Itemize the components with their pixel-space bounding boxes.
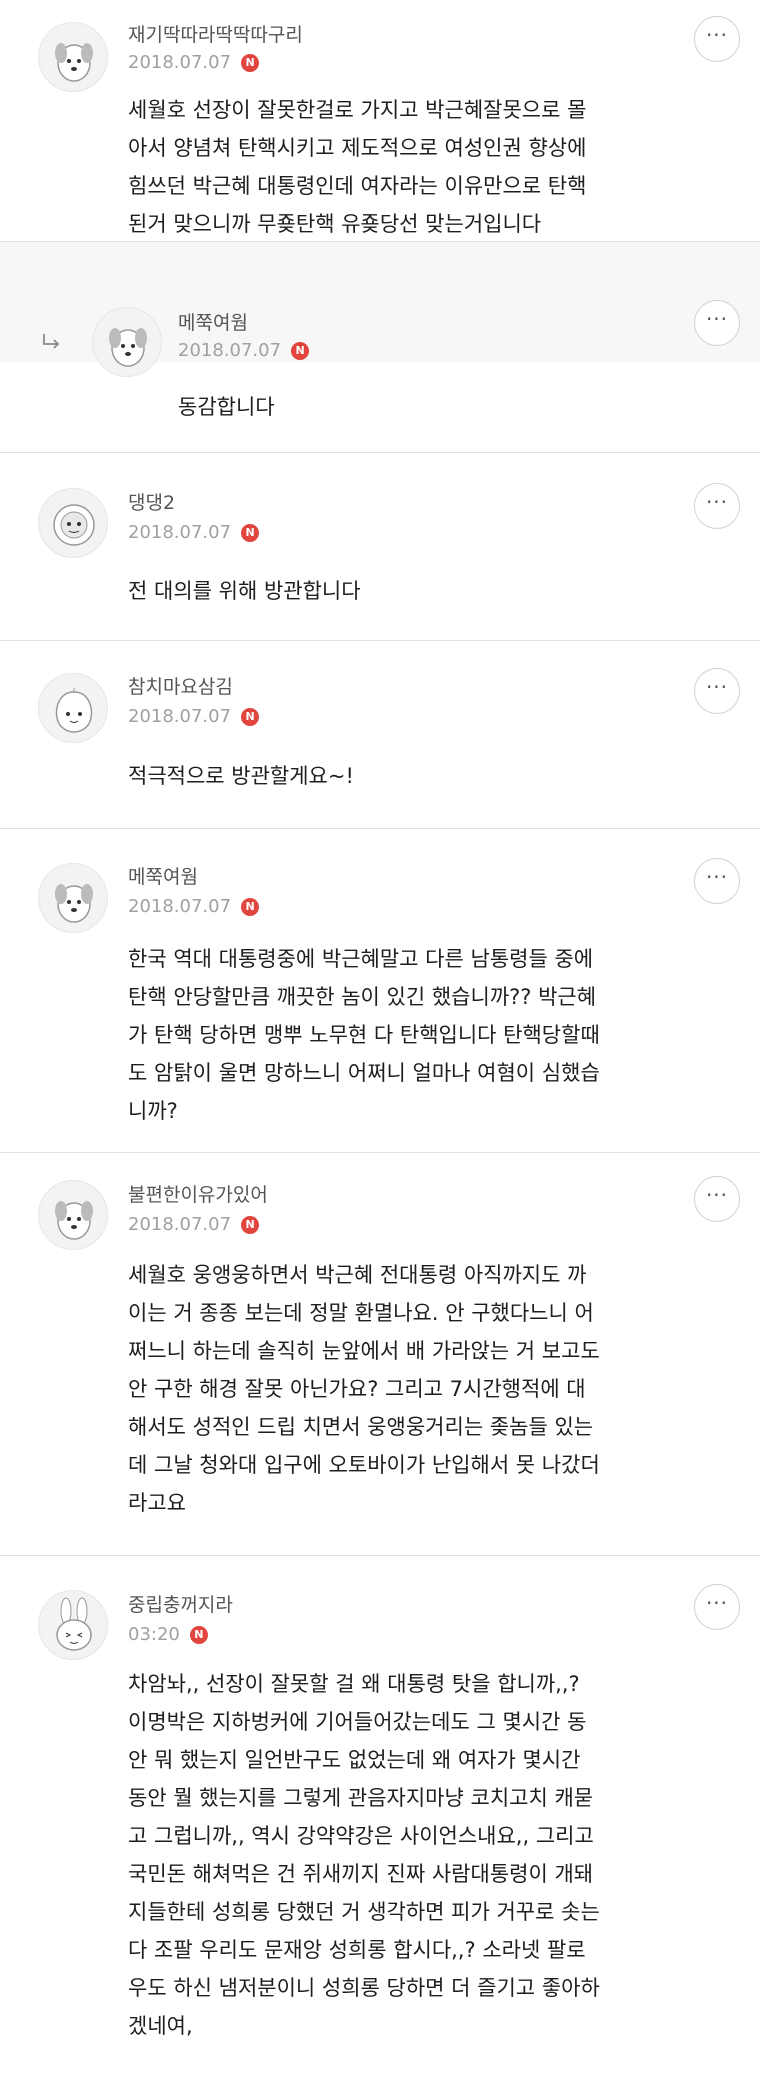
comment-date: 2018.07.07 bbox=[128, 706, 232, 727]
new-badge-icon: N bbox=[291, 341, 310, 360]
more-dots-icon: ··· bbox=[705, 1591, 729, 1615]
comment-author[interactable]: 중립충꺼지라 bbox=[128, 1590, 233, 1617]
comment-author[interactable]: 메쭉여웜 bbox=[128, 862, 198, 889]
more-options-button[interactable]: ··· bbox=[694, 300, 740, 346]
comment-line: 적극적으로 방관할게요~! bbox=[128, 764, 354, 788]
more-options-button[interactable]: ··· bbox=[694, 483, 740, 529]
more-options-button[interactable]: ··· bbox=[694, 1584, 740, 1630]
peach-character-avatar-icon[interactable] bbox=[38, 673, 108, 743]
comment-date: 2018.07.07 bbox=[178, 340, 282, 361]
comment-line: 된거 맞으니까 무죶탄핵 유죶당선 맞는거입니다 bbox=[128, 212, 542, 236]
comment-line: 다 조팔 우리도 문재앙 성희롱 합시다,,? 소라넷 팔로 bbox=[128, 1938, 586, 1962]
divider bbox=[0, 640, 760, 641]
more-options-button[interactable]: ··· bbox=[694, 16, 740, 62]
comment-line: 힘쓰던 박근혜 대통령인데 여자라는 이유만으로 탄핵 bbox=[128, 174, 587, 198]
comment-date: 2018.07.07 bbox=[128, 52, 232, 73]
comment-body: 전 대의를 위해 방관합니다 bbox=[128, 572, 361, 610]
comment-date: 2018.07.07 bbox=[128, 1214, 232, 1235]
more-dots-icon: ··· bbox=[705, 1183, 729, 1207]
comment-body: 세월호 웅앵웅하면서 박근혜 전대통령 아직까지도 까 이는 거 종종 보는데 … bbox=[128, 1256, 600, 1522]
more-dots-icon: ··· bbox=[705, 865, 729, 889]
comment-line: 세월호 선장이 잘못한걸로 가지고 박근혜잘못으로 몰 bbox=[128, 98, 587, 122]
comment-line: 이는 거 종종 보는데 정말 환멸나요. 안 구했다느니 어 bbox=[128, 1301, 594, 1325]
comment-line: 안 구한 해경 잘못 아닌가요? 그리고 7시간행적에 대 bbox=[128, 1377, 586, 1401]
more-dots-icon: ··· bbox=[705, 490, 729, 514]
more-options-button[interactable]: ··· bbox=[694, 668, 740, 714]
divider bbox=[0, 1555, 760, 1556]
comment-author[interactable]: 불편한이유가있어 bbox=[128, 1180, 268, 1207]
comment-body: 세월호 선장이 잘못한걸로 가지고 박근혜잘못으로 몰 아서 양념쳐 탄핵시키고… bbox=[128, 91, 586, 243]
comment-line: 동감합니다 bbox=[178, 395, 275, 419]
comment-line: 지들한테 성희롱 당했던 거 생각하면 피가 거꾸로 솟는 bbox=[128, 1900, 600, 1924]
comment-line: 탄핵 안당할만큼 깨끗한 놈이 있긴 했습니까?? 박근혜 bbox=[128, 985, 597, 1009]
comment-line: 고 그럽니까,, 역시 강약약강은 사이언스내요,, 그리고 bbox=[128, 1824, 594, 1848]
comment-date: 03:20 bbox=[128, 1624, 180, 1645]
comment-line: 가 탄핵 당하면 맹뿌 노무현 다 탄핵입니다 탄핵당할때 bbox=[128, 1023, 600, 1047]
dog-character-avatar-icon[interactable] bbox=[92, 307, 162, 377]
comment-line: 아서 양념쳐 탄핵시키고 제도적으로 여성인권 향상에 bbox=[128, 136, 587, 160]
comment-line: 라고요 bbox=[128, 1491, 186, 1515]
comment-body: 동감합니다 bbox=[178, 388, 275, 426]
comment-line: 해서도 성적인 드립 치면서 웅앵웅거리는 좆놈들 있는 bbox=[128, 1415, 594, 1439]
comment-meta: 2018.07.07 N bbox=[128, 522, 260, 543]
new-badge-icon: N bbox=[241, 1215, 260, 1234]
comment-author[interactable]: 재기딱따라딱딱따구리 bbox=[128, 20, 303, 47]
comment-author[interactable]: 메쭉여웜 bbox=[178, 308, 248, 335]
divider bbox=[0, 1152, 760, 1153]
comment-line: 세월호 웅앵웅하면서 박근혜 전대통령 아직까지도 까 bbox=[128, 1263, 587, 1287]
comment-line: 한국 역대 대통령중에 박근혜말고 다른 남통령들 중에 bbox=[128, 947, 594, 971]
divider bbox=[0, 828, 760, 829]
comment-body: 적극적으로 방관할게요~! bbox=[128, 757, 354, 795]
comment-meta: 2018.07.07 N bbox=[128, 1214, 260, 1235]
comment-date: 2018.07.07 bbox=[128, 896, 232, 917]
comment-line: 니까? bbox=[128, 1099, 178, 1123]
comment-line: 쩌느니 하는데 솔직히 눈앞에서 배 가라앉는 거 보고도 bbox=[128, 1339, 600, 1363]
comment-line: 도 암탉이 울면 망하느니 어쩌니 얼마나 여혐이 심했습 bbox=[128, 1061, 600, 1085]
comment-line: 안 뭐 했는지 일언반구도 없었는데 왜 여자가 몇시간 bbox=[128, 1748, 581, 1772]
more-options-button[interactable]: ··· bbox=[694, 1176, 740, 1222]
comment-line: 이명박은 지하벙커에 기어들어갔는데도 그 몇시간 동 bbox=[128, 1710, 587, 1734]
comment-meta: 2018.07.07 N bbox=[128, 52, 260, 73]
comment-line: 우도 하신 냄저분이니 성희롱 당하면 더 즐기고 좋아하 bbox=[128, 1976, 600, 2000]
comment-meta: 03:20 N bbox=[128, 1624, 208, 1645]
comment-line: 동안 뭘 했는지를 그렇게 관음자지마냥 코치고치 캐묻 bbox=[128, 1786, 594, 1810]
comment-line: 국민돈 해쳐먹은 건 쥐새끼지 진짜 사람대통령이 개돼 bbox=[128, 1862, 594, 1886]
dog-character-avatar-icon[interactable] bbox=[38, 863, 108, 933]
comment-body: 차암놔,, 선장이 잘못할 걸 왜 대통령 탓을 합니까,,? 이명박은 지하벙… bbox=[128, 1665, 600, 2045]
more-options-button[interactable]: ··· bbox=[694, 858, 740, 904]
new-badge-icon: N bbox=[241, 523, 260, 542]
comment-item: 재기딱따라딱딱따구리 2018.07.07 N ··· 세월호 선장이 잘못한걸… bbox=[0, 0, 760, 240]
comment-author[interactable]: 참치마요삼김 bbox=[128, 672, 233, 699]
comment-author[interactable]: 댕댕2 bbox=[128, 488, 175, 515]
reply-arrow-icon bbox=[43, 334, 60, 349]
comment-meta: 2018.07.07 N bbox=[128, 896, 260, 917]
comment-body: 한국 역대 대통령중에 박근혜말고 다른 남통령들 중에 탄핵 안당할만큼 깨끗… bbox=[128, 940, 600, 1130]
new-badge-icon: N bbox=[241, 897, 260, 916]
more-dots-icon: ··· bbox=[705, 23, 729, 47]
new-badge-icon: N bbox=[189, 1625, 208, 1644]
comment-meta: 2018.07.07 N bbox=[128, 706, 260, 727]
dog-character-avatar-icon[interactable] bbox=[38, 22, 108, 92]
comment-feed: 재기딱따라딱딱따구리 2018.07.07 N ··· 세월호 선장이 잘못한걸… bbox=[0, 0, 760, 2081]
comment-date: 2018.07.07 bbox=[128, 522, 232, 543]
more-dots-icon: ··· bbox=[705, 675, 729, 699]
more-dots-icon: ··· bbox=[705, 307, 729, 331]
astronaut-character-avatar-icon[interactable] bbox=[38, 488, 108, 558]
comment-line: 차암놔,, 선장이 잘못할 걸 왜 대통령 탓을 합니까,,? bbox=[128, 1672, 580, 1696]
dog-character-avatar-icon[interactable] bbox=[38, 1180, 108, 1250]
rabbit-character-avatar-icon[interactable] bbox=[38, 1590, 108, 1660]
comment-line: 전 대의를 위해 방관합니다 bbox=[128, 579, 361, 603]
new-badge-icon: N bbox=[241, 707, 260, 726]
new-badge-icon: N bbox=[241, 53, 260, 72]
divider bbox=[0, 452, 760, 453]
comment-line: 겠네여, bbox=[128, 2014, 193, 2038]
comment-line: 데 그날 청와대 입구에 오토바이가 난입해서 못 나갔더 bbox=[128, 1453, 600, 1477]
comment-meta: 2018.07.07 N bbox=[178, 340, 310, 361]
